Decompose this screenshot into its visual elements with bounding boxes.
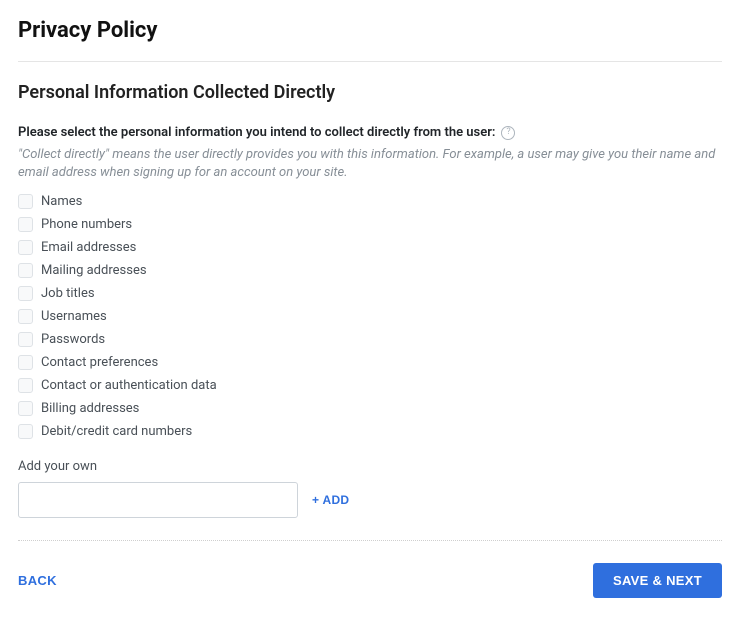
checkbox-row-email[interactable]: Email addresses <box>18 240 722 255</box>
footer-row: BACK SAVE & NEXT <box>18 563 722 598</box>
checkbox[interactable] <box>18 286 33 301</box>
checkbox[interactable] <box>18 309 33 324</box>
add-button[interactable]: + ADD <box>312 493 349 507</box>
section-title: Personal Information Collected Directly <box>18 82 722 103</box>
add-own-row: + ADD <box>18 482 722 518</box>
dotted-divider <box>18 540 722 541</box>
checkbox[interactable] <box>18 217 33 232</box>
checkbox-label: Job titles <box>41 286 95 301</box>
checkbox-label: Mailing addresses <box>41 263 147 278</box>
checkbox[interactable] <box>18 194 33 209</box>
page-title: Privacy Policy <box>18 18 722 43</box>
checkbox-row-phone[interactable]: Phone numbers <box>18 217 722 232</box>
checkbox-label: Usernames <box>41 309 107 324</box>
checkbox-list: Names Phone numbers Email addresses Mail… <box>18 194 722 439</box>
back-button[interactable]: BACK <box>18 573 57 588</box>
help-icon[interactable]: ? <box>501 126 515 140</box>
checkbox[interactable] <box>18 240 33 255</box>
checkbox-label: Billing addresses <box>41 401 139 416</box>
checkbox-label: Debit/credit card numbers <box>41 424 192 439</box>
checkbox-row-cards[interactable]: Debit/credit card numbers <box>18 424 722 439</box>
checkbox-row-contactpref[interactable]: Contact preferences <box>18 355 722 370</box>
checkbox-label: Phone numbers <box>41 217 132 232</box>
save-next-button[interactable]: SAVE & NEXT <box>593 563 722 598</box>
checkbox-row-jobtitles[interactable]: Job titles <box>18 286 722 301</box>
add-own-label: Add your own <box>18 459 722 474</box>
prompt-text: Please select the personal information y… <box>18 125 495 140</box>
checkbox-label: Contact preferences <box>41 355 158 370</box>
checkbox-row-mailing[interactable]: Mailing addresses <box>18 263 722 278</box>
divider <box>18 61 722 62</box>
checkbox-row-usernames[interactable]: Usernames <box>18 309 722 324</box>
prompt-row: Please select the personal information y… <box>18 125 722 140</box>
checkbox-label: Contact or authentication data <box>41 378 217 393</box>
checkbox-row-names[interactable]: Names <box>18 194 722 209</box>
add-own-input[interactable] <box>18 482 298 518</box>
checkbox-label: Passwords <box>41 332 105 347</box>
checkbox-row-billing[interactable]: Billing addresses <box>18 401 722 416</box>
help-text: "Collect directly" means the user direct… <box>18 146 722 182</box>
checkbox-row-passwords[interactable]: Passwords <box>18 332 722 347</box>
checkbox-label: Email addresses <box>41 240 136 255</box>
checkbox[interactable] <box>18 355 33 370</box>
checkbox[interactable] <box>18 332 33 347</box>
checkbox-row-authdata[interactable]: Contact or authentication data <box>18 378 722 393</box>
checkbox[interactable] <box>18 263 33 278</box>
checkbox[interactable] <box>18 378 33 393</box>
checkbox[interactable] <box>18 424 33 439</box>
checkbox-label: Names <box>41 194 82 209</box>
checkbox[interactable] <box>18 401 33 416</box>
